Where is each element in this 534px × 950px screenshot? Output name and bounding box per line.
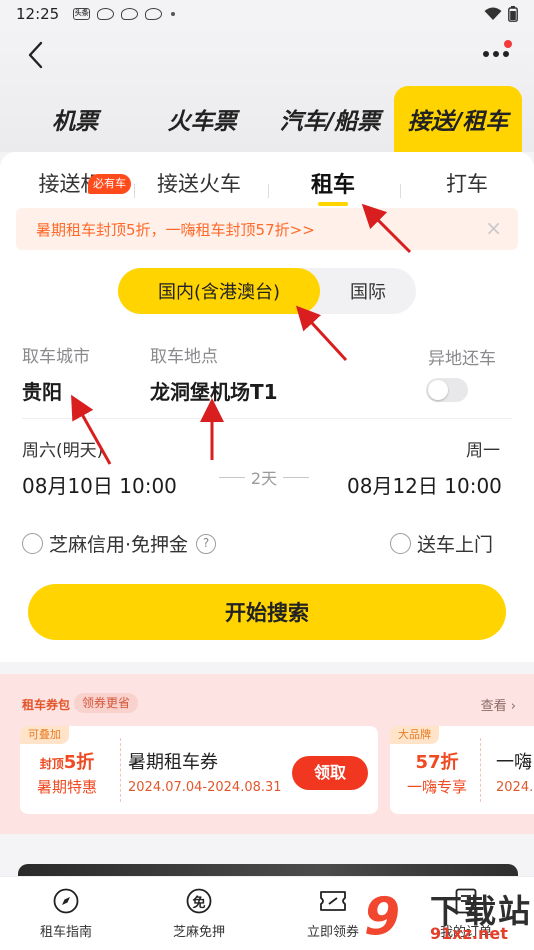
coupon-card[interactable]: 可叠加 封顶5折 暑期特惠 暑期租车券 2024.07.04-2024.08.3… [20,726,378,814]
notification-app-icon [145,8,163,20]
region-international-option[interactable]: 国际 [320,268,416,314]
coupon-amount-value: 5折 [63,752,95,773]
delivery-option[interactable]: 送车上门 [390,530,493,557]
coupon-tag: 可叠加 [20,726,69,744]
divider-line [22,418,512,419]
notification-badge [504,40,512,48]
coupon-dashed-divider [480,738,481,802]
tab-taxi[interactable]: 打车 [432,160,502,206]
duration-line-right [283,476,310,478]
coupon-amount-prefix: 封顶 [39,757,64,771]
deposit-free-icon: 免 [185,887,213,915]
toggle-knob [428,380,448,400]
header: 机票 火车票 汽车/船票 接送/租车 [0,28,534,152]
search-button[interactable]: 开始搜索 [28,584,506,640]
promo-text: 暑期租车封顶5折，一嗨租车封顶57折>> [36,220,315,239]
different-return-label: 异地还车 [428,349,496,369]
coupon-date: 2024.07.04-2024.08.31 [128,780,282,795]
start-weekday: 周六(明天) [22,441,104,461]
pickup-location-label: 取车地点 [150,347,218,367]
region-domestic-option[interactable]: 国内(含港澳台) [118,268,320,314]
duration-line-left [218,476,245,478]
coupon-pack-tag: 领券更省 [74,693,139,713]
coupon-pack-title: 租车券包 [22,698,71,712]
radio-circle-icon [390,533,411,554]
end-weekday: 周一 [466,441,500,461]
coupon-pack-section: 租车券包 领券更省 查看 › 可叠加 封顶5折 暑期特惠 暑期租车券 2024.… [0,674,534,834]
tab-train[interactable]: 火车票 [152,86,252,152]
view-more-text: 查看 [480,699,507,714]
nav-label: 芝麻免押 [172,925,225,940]
pickup-city-label: 取车城市 [22,347,90,367]
tab-flights[interactable]: 机票 [30,86,120,152]
deposit-free-glyph: 免 [192,895,206,911]
more-dots-icon [483,51,509,57]
coupon-value-block: 可叠加 封顶5折 暑期特惠 [20,726,114,814]
coupon-name: 暑期租车券 [128,752,218,773]
coupon-dashed-divider [120,738,121,802]
coupon-card[interactable]: 大品牌 57折 一嗨专享 一嗨 2024.0 [390,726,534,814]
search-card: 接送机 必有车 接送火车 租车 打车 暑期租车封顶5折，一嗨租车封顶57折>> … [0,152,534,662]
wifi-icon [484,7,502,20]
sub-tabs: 接送机 必有车 接送火车 租车 打车 [0,160,534,206]
status-notification-icons: 头条 [73,8,176,20]
battery-icon [508,6,518,22]
compass-icon [52,887,80,915]
nav-rental-guide[interactable]: 租车指南 [16,887,116,940]
zhima-credit-option[interactable]: 芝麻信用·免押金 ? [22,530,217,557]
tab-bus-ship[interactable]: 汽车/船票 [272,86,388,152]
back-button[interactable] [18,38,52,72]
toutiao-app-icon: 头条 [73,8,91,20]
tab-train-transfer[interactable]: 接送火车 [146,160,252,206]
active-tab-indicator [318,202,348,206]
more-button[interactable] [478,40,514,68]
start-datetime[interactable]: 08月10日 10:00 [22,470,177,499]
claim-coupon-button[interactable]: 领取 [292,756,368,790]
ticket-icon [319,887,347,915]
coupon-amount: 57折 [415,752,459,773]
pickup-city-value[interactable]: 贵阳 [22,376,62,405]
status-time: 12:25 [16,5,60,23]
chevron-right-icon: › [510,699,516,714]
site-watermark: 9 下载站 91xz.net [364,884,534,950]
coupon-value-block: 大品牌 57折 一嗨专享 [390,726,484,814]
zhima-credit-label: 芝麻信用·免押金 [49,534,189,556]
tab-divider [134,184,135,198]
coupon-subtitle: 一嗨专享 [406,778,467,796]
rental-duration: 2天 [212,465,316,489]
notification-app-icon [97,8,115,20]
chevron-left-icon [28,41,43,69]
end-datetime[interactable]: 08月12日 10:00 [347,470,502,499]
pickup-location-value[interactable]: 龙洞堡机场T1 [150,376,278,405]
watermark-url: 91xz.net [430,924,508,943]
delivery-label: 送车上门 [417,534,494,556]
status-bar: 12:25 头条 [0,0,534,28]
nav-label: 立即领券 [306,925,359,940]
coupon-name: 一嗨 [496,752,532,773]
coupon-tag: 大品牌 [390,726,439,744]
tab-divider [400,184,401,198]
tab-transfer-rental[interactable]: 接送/租车 [394,86,522,152]
view-more-link[interactable]: 查看 › [481,695,516,714]
coupon-amount: 封顶5折 [20,748,114,774]
notification-app-icon [121,8,139,20]
watermark-logo: 9 [364,887,401,947]
nav-label: 租车指南 [39,925,92,940]
region-toggle: 国内(含港澳台) 国际 [118,268,416,314]
duration-text: 2天 [250,469,278,488]
radio-circle-icon [22,533,43,554]
help-icon[interactable]: ? [196,533,217,554]
tab-car-rental[interactable]: 租车 [298,160,368,206]
close-icon[interactable]: × [485,218,502,238]
more-notifications-dot [171,12,176,16]
coupon-subtitle: 暑期特惠 [36,778,97,796]
must-have-car-badge: 必有车 [88,174,131,194]
tab-divider [268,184,269,198]
main-tabs: 机票 火车票 汽车/船票 接送/租车 [0,86,534,152]
promo-banner[interactable]: 暑期租车封顶5折，一嗨租车封顶57折>> × [16,208,518,250]
nav-zhima-free-deposit[interactable]: 免 芝麻免押 [149,887,249,940]
different-return-toggle[interactable] [426,378,468,402]
coupon-date: 2024.0 [496,780,534,795]
